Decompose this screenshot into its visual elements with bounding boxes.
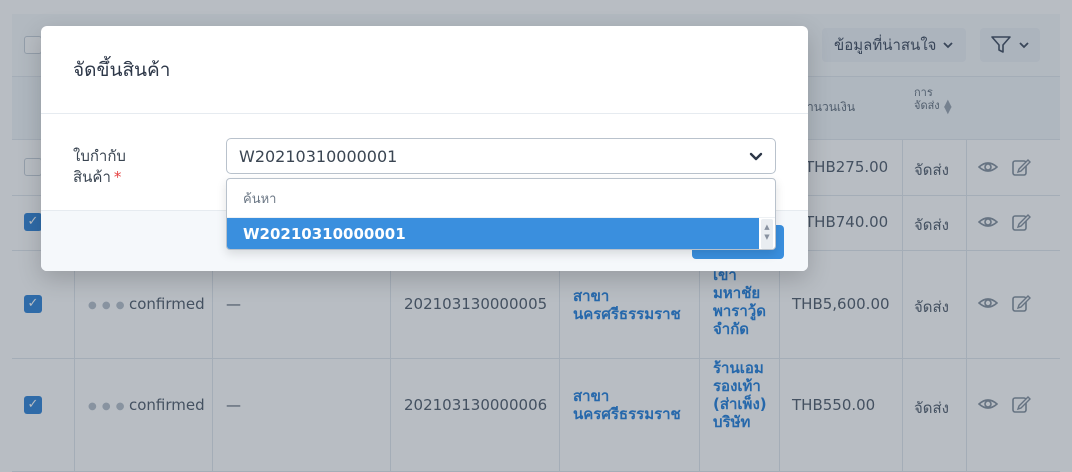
dropdown-search-input[interactable]: ค้นหา bbox=[227, 179, 775, 218]
invoice-field-label-line2: สินค้า bbox=[73, 168, 111, 186]
invoice-field-label-line1: ใบกำกับ bbox=[73, 147, 126, 165]
required-marker: * bbox=[113, 168, 122, 186]
invoice-dropdown-menu: ค้นหา W20210310000001 ▲ ▼ bbox=[226, 178, 776, 250]
invoice-field-label-line2-wrap: สินค้า * bbox=[73, 167, 193, 188]
dropdown-scrollbar[interactable]: ▲ ▼ bbox=[761, 219, 773, 249]
modal-header: จัดขึ้นสินค้า bbox=[41, 26, 808, 114]
invoice-select-value: W20210310000001 bbox=[239, 146, 398, 166]
chevron-down-icon[interactable] bbox=[749, 149, 763, 163]
modal-title: จัดขึ้นสินค้า bbox=[73, 58, 171, 81]
invoice-field-label: ใบกำกับ สินค้า * bbox=[73, 146, 193, 188]
dropdown-option-selected[interactable]: W20210310000001 bbox=[227, 218, 759, 249]
invoice-select[interactable]: W20210310000001 bbox=[226, 138, 776, 174]
